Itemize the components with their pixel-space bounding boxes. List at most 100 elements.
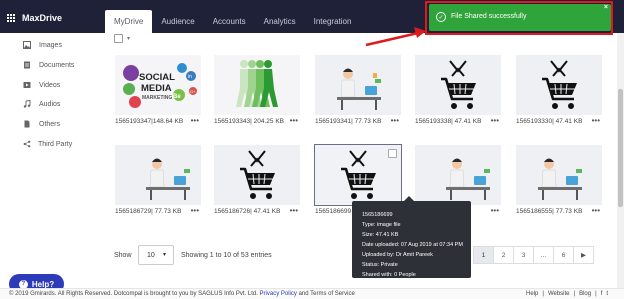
file-thumbnail[interactable] [115, 145, 201, 205]
file-select-checkbox[interactable] [388, 149, 397, 158]
page-button-3[interactable]: 3 [513, 246, 534, 264]
tab-accounts[interactable]: Accounts [204, 10, 255, 33]
file-meta: 1565193343| 204.25 KB ••• [214, 117, 300, 127]
footer-copyright: © 2019 Gmirards. All Rights Reserved. Do… [9, 291, 355, 297]
social-text: SOCIAL [139, 72, 175, 83]
marketing-text: MARKETING [142, 95, 172, 101]
page-size-select[interactable]: 10 ▾ [138, 245, 174, 265]
tooltip-date: Date uploaded: 07 Aug 2019 at 07:34 PM [362, 242, 463, 248]
terms-link[interactable]: and Terms of Service [299, 291, 355, 297]
vertical-scrollbar[interactable] [617, 33, 624, 288]
file-name-size: 1565186729| 77.73 KB [115, 208, 182, 215]
file-card[interactable]: 1565186555| 77.73 KB ••• [516, 145, 602, 220]
gplus-text: G+ [190, 89, 196, 94]
footer-website-link[interactable]: Website [548, 291, 570, 297]
page-button-2[interactable]: 2 [493, 246, 514, 264]
sidebar-item-audios[interactable]: Audios [23, 99, 60, 109]
sidebar-item-label: Audios [39, 100, 61, 108]
sidebar-item-third-party[interactable]: Third Party [23, 139, 72, 149]
file-card[interactable]: 1565193343| 204.25 KB ••• [214, 55, 300, 130]
close-icon[interactable]: × [604, 4, 608, 11]
page-button-6[interactable]: 6 [553, 246, 574, 264]
file-card[interactable]: 1565186729| 77.73 KB ••• [115, 145, 201, 220]
file-meta: 1565193338| 47.41 KB ••• [415, 117, 501, 127]
music-icon [23, 100, 31, 108]
check-circle-icon: ✓ [436, 12, 446, 22]
app-logo-text[interactable]: MaxDrive [22, 13, 62, 23]
tooltip-type: Type: image file [362, 222, 401, 228]
sidebar-item-label: Others [39, 120, 61, 128]
file-name-size: 1565186726| 47.41 KB [214, 208, 281, 215]
more-options-icon[interactable]: ••• [592, 117, 602, 127]
apps-grid-icon[interactable] [7, 14, 16, 23]
privacy-policy-link[interactable]: Privacy Policy [260, 291, 297, 297]
more-options-icon[interactable]: ••• [191, 207, 201, 217]
behance-text: Be [173, 94, 181, 100]
file-thumbnail[interactable] [415, 145, 501, 205]
footer: © 2019 Gmirards. All Rights Reserved. Do… [0, 288, 624, 299]
video-icon [23, 81, 31, 89]
tab-analytics[interactable]: Analytics [255, 10, 305, 33]
more-options-icon[interactable]: ••• [391, 117, 401, 127]
tab-integration[interactable]: Integration [305, 10, 361, 33]
file-meta: 1565193341| 77.73 KB ••• [315, 117, 401, 127]
file-name-size: 1565193338| 47.41 KB [415, 118, 482, 125]
file-thumbnail[interactable] [516, 55, 602, 115]
page-button-1[interactable]: 1 [473, 246, 494, 264]
sidebar-item-videos[interactable]: Videos [23, 80, 60, 90]
file-name-size: 1565186555| 77.73 KB [516, 208, 583, 215]
document-icon [23, 61, 31, 69]
tooltip-status: Status: Private [362, 262, 398, 268]
tab-audience[interactable]: Audience [152, 10, 203, 33]
sidebar-item-label: Videos [39, 81, 61, 89]
file-card[interactable]: 1565193338| 47.41 KB ••• [415, 55, 501, 130]
sidebar-item-label: Images [39, 41, 62, 49]
chevron-down-icon[interactable]: ▾ [127, 35, 130, 42]
show-label: Show [114, 252, 132, 259]
file-name-size: 1565193341| 77.73 KB [315, 118, 382, 125]
file-name-size: 1565193343| 204.25 KB [214, 118, 285, 125]
file-thumbnail[interactable] [415, 55, 501, 115]
linkedin-text: in [188, 74, 192, 80]
file-thumbnail[interactable]: SOCIAL MEDIA MARKETING Be G+ in [115, 55, 201, 115]
pagination: 1 2 3 ... 6 ▶ [473, 246, 594, 264]
twitter-icon[interactable]: t [606, 291, 608, 297]
file-meta: 1565186729| 77.73 KB ••• [115, 207, 201, 217]
scrollbar-thumb[interactable] [618, 89, 623, 207]
file-card[interactable]: 1565193330| 47.41 KB ••• [516, 55, 602, 130]
file-card[interactable]: 1565193341| 77.73 KB ••• [315, 55, 401, 130]
file-meta: 1565186726| 47.41 KB ••• [214, 207, 300, 217]
file-card[interactable]: 1565186726| 47.41 KB ••• [214, 145, 300, 220]
file-icon [23, 120, 31, 128]
sidebar-item-label: Third Party [38, 140, 73, 148]
file-thumbnail[interactable] [214, 145, 300, 205]
footer-help-link[interactable]: Help [526, 291, 538, 297]
file-meta: 1565193330| 47.41 KB ••• [516, 117, 602, 127]
more-options-icon[interactable]: ••• [491, 117, 501, 127]
file-meta: 1565193347|148.64 KB ••• [115, 117, 201, 127]
more-options-icon[interactable]: ••• [290, 117, 300, 127]
footer-blog-link[interactable]: Blog [579, 291, 591, 297]
more-options-icon[interactable]: ••• [290, 207, 300, 217]
file-name-size: 1565186699 [315, 208, 352, 215]
next-page-button[interactable]: ▶ [573, 246, 594, 264]
select-all-checkbox[interactable] [114, 34, 123, 43]
facebook-icon[interactable]: f [601, 291, 603, 297]
chevron-down-icon: ▾ [162, 252, 166, 258]
more-options-icon[interactable]: ••• [491, 207, 501, 217]
sidebar-item-label: Documents [39, 61, 75, 69]
media-text: MEDIA [141, 83, 172, 94]
file-card[interactable]: SOCIAL MEDIA MARKETING Be G+ in 15651933… [115, 55, 201, 130]
file-thumbnail[interactable] [516, 145, 602, 205]
page-size-value: 10 [147, 252, 155, 259]
sidebar: Images Documents Videos Audios Others Th… [0, 33, 106, 283]
file-thumbnail[interactable] [315, 55, 401, 115]
sidebar-item-others[interactable]: Others [23, 119, 60, 129]
sidebar-item-images[interactable]: Images [23, 40, 62, 50]
more-options-icon[interactable]: ••• [592, 207, 602, 217]
file-name-size: 1565193347|148.64 KB [115, 118, 184, 125]
file-thumbnail[interactable] [214, 55, 300, 115]
sidebar-item-documents[interactable]: Documents [23, 60, 74, 70]
tab-mydrive[interactable]: MyDrive [105, 10, 153, 33]
more-options-icon[interactable]: ••• [191, 117, 201, 127]
